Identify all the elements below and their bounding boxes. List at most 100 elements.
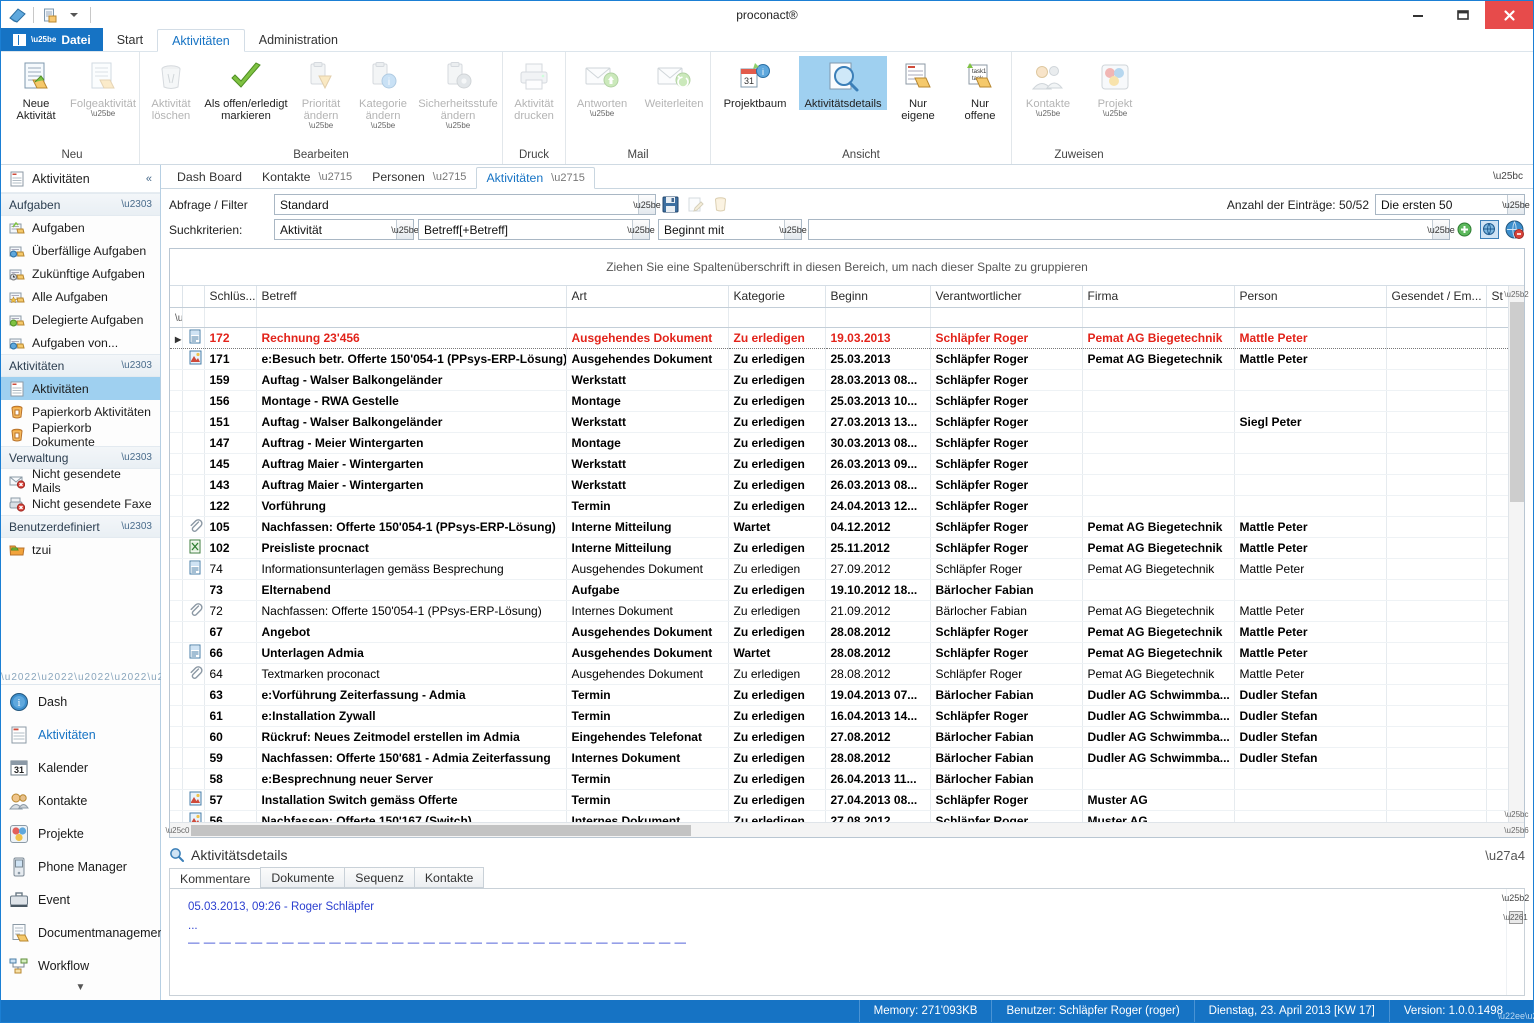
cell-verantwortlicher[interactable]: Schläpfer Roger: [930, 369, 1083, 391]
cell-gesendet[interactable]: [1386, 747, 1487, 769]
sidebar-item-aufgaben[interactable]: Aufgaben: [1, 216, 160, 239]
cell-art[interactable]: Interne Mitteilung: [566, 516, 729, 538]
cell-person[interactable]: Mattle Peter: [1234, 621, 1387, 643]
cell-kategorie[interactable]: Zu erledigen: [728, 411, 826, 433]
cell-beginn[interactable]: 24.04.2013 12...: [825, 495, 931, 517]
delete-activity-button[interactable]: Aktivität löschen: [140, 56, 202, 122]
add-criterion-button[interactable]: [1454, 219, 1475, 240]
cell-art[interactable]: Interne Mitteilung: [566, 537, 729, 559]
change-priority-button[interactable]: Priorität ändern \u25be: [290, 56, 352, 130]
filter-cell[interactable]: [1386, 307, 1487, 328]
cell-person[interactable]: [1234, 369, 1387, 391]
sidebar-item-zukuenftige-aufgaben[interactable]: Zukünftige Aufgaben: [1, 262, 160, 285]
cell-art[interactable]: Werkstatt: [566, 411, 729, 433]
search-entity-combo[interactable]: Aktivität \u25be: [274, 219, 419, 240]
cell-firma[interactable]: Pemat AG Biegetechnik: [1082, 621, 1235, 643]
ribbon-tab-datei[interactable]: \u25be Datei: [1, 28, 103, 51]
cell-schluessel[interactable]: 122: [204, 495, 257, 517]
cell-verantwortlicher[interactable]: Schläpfer Roger: [930, 621, 1083, 643]
cell-firma[interactable]: [1082, 768, 1235, 790]
sidebar-item-ueberfaellige-aufgaben[interactable]: Überfällige Aufgaben: [1, 239, 160, 262]
scroll-down-icon[interactable]: \u25bc: [1504, 806, 1528, 822]
table-row[interactable]: 59 Nachfassen: Offerte 150'681 - Admia Ze…: [170, 747, 1517, 769]
cell-person[interactable]: Mattle Peter: [1234, 558, 1387, 580]
doc-tab-kontakte[interactable]: Kontakte \u2715: [252, 166, 362, 188]
cell-beginn[interactable]: 25.03.2013: [825, 348, 931, 370]
reset-search-button[interactable]: [1504, 219, 1525, 240]
details-tab-kommentare[interactable]: Kommentare: [169, 868, 262, 889]
cell-kategorie[interactable]: Zu erledigen: [728, 726, 826, 748]
cell-verantwortlicher[interactable]: Schläpfer Roger: [930, 411, 1083, 433]
cell-gesendet[interactable]: [1386, 390, 1487, 412]
table-row[interactable]: ▶ 172 Rechnung 23'456 Ausgehendes Dokument Z…: [170, 326, 1517, 349]
cell-verantwortlicher[interactable]: Schläpfer Roger: [930, 705, 1083, 727]
cell-schluessel[interactable]: 147: [204, 432, 257, 454]
details-scroll-thumb[interactable]: \u2261: [1503, 911, 1528, 924]
cell-person[interactable]: Mattle Peter: [1234, 642, 1387, 664]
cell-betreff[interactable]: Auftrag - Meier Wintergarten: [256, 432, 567, 454]
cell-art[interactable]: Ausgehendes Dokument: [566, 348, 729, 370]
cell-betreff[interactable]: e:Vorführung Zeiterfassung - Admia: [256, 684, 567, 706]
sidebar-item-nicht-gesendete-faxe[interactable]: Nicht gesendete Faxe: [1, 492, 160, 515]
cell-beginn[interactable]: 28.08.2012: [825, 663, 931, 685]
cell-art[interactable]: Termin: [566, 768, 729, 790]
table-row[interactable]: 73 Elternabend Aufgabe Zu erledigen 19.10.20…: [170, 579, 1517, 601]
chevron-down-icon[interactable]: \u25be: [779, 220, 807, 239]
scroll-up-icon[interactable]: \u25b2: [1504, 286, 1528, 302]
project-tree-button[interactable]: 31 i Projektbaum: [711, 56, 799, 110]
doc-tab-dash-board[interactable]: Dash Board: [167, 166, 252, 188]
grid-header-beginn[interactable]: Beginn: [825, 286, 931, 308]
cell-art[interactable]: Werkstatt: [566, 453, 729, 475]
cell-betreff[interactable]: Unterlagen Admia: [256, 642, 567, 664]
delete-query-button[interactable]: [710, 194, 731, 215]
new-activity-button[interactable]: Neue Aktivität: [5, 56, 67, 122]
cell-firma[interactable]: Pemat AG Biegetechnik: [1082, 537, 1235, 559]
cell-gesendet[interactable]: [1386, 684, 1487, 706]
table-row[interactable]: 151 Auftag - Walser Balkongeländer Werksta…: [170, 411, 1517, 433]
cell-kategorie[interactable]: Zu erledigen: [728, 369, 826, 391]
cell-art[interactable]: Termin: [566, 684, 729, 706]
ribbon-tab-start[interactable]: Start: [103, 28, 157, 51]
sidebar-item-papierkorb-dokumente[interactable]: Papierkorb Dokumente: [1, 421, 160, 449]
cell-kategorie[interactable]: Zu erledigen: [728, 747, 826, 769]
sidebar-more-button[interactable]: ▼: [1, 982, 160, 1000]
sidebar-item-aktivitaeten[interactable]: Aktivitäten: [1, 377, 160, 400]
cell-schluessel[interactable]: 102: [204, 537, 257, 559]
cell-person[interactable]: Mattle Peter: [1234, 537, 1387, 559]
cell-beginn[interactable]: 26.03.2013 09...: [825, 453, 931, 475]
grid-header-kategorie[interactable]: Kategorie: [728, 286, 826, 308]
cell-verantwortlicher[interactable]: Schläpfer Roger: [930, 642, 1083, 664]
cell-gesendet[interactable]: [1386, 474, 1487, 496]
cell-person[interactable]: [1234, 474, 1387, 496]
cell-beginn[interactable]: 27.04.2013 08...: [825, 789, 931, 811]
change-security-level-button[interactable]: Sicherheitsstufe ändern \u25be: [414, 56, 502, 130]
table-row[interactable]: 159 Auftag - Walser Balkongeländer Werksta…: [170, 369, 1517, 391]
cell-gesendet[interactable]: [1386, 705, 1487, 727]
chevron-down-icon[interactable]: \u25be: [1502, 195, 1530, 214]
cell-person[interactable]: [1234, 789, 1387, 811]
grid-header-person[interactable]: Person: [1234, 286, 1387, 308]
search-field-combo[interactable]: Betreff[+Betreff] \u25be: [418, 219, 655, 240]
cell-gesendet[interactable]: [1386, 789, 1487, 811]
cell-beginn[interactable]: 27.09.2012: [825, 558, 931, 580]
sidebar-item-delegierte-aufgaben[interactable]: Delegierte Aufgaben: [1, 308, 160, 331]
cell-schluessel[interactable]: 60: [204, 726, 257, 748]
table-row[interactable]: 105 Nachfassen: Offerte 150'054-1 (PPsys-…: [170, 516, 1517, 538]
cell-verantwortlicher[interactable]: Schläpfer Roger: [930, 326, 1083, 349]
details-scrollbar[interactable]: \u25b2 \u2261: [1502, 889, 1529, 995]
cell-schluessel[interactable]: 156: [204, 390, 257, 412]
cell-betreff[interactable]: Auftag - Walser Balkongeländer: [256, 411, 567, 433]
cell-verantwortlicher[interactable]: Schläpfer Roger: [930, 432, 1083, 454]
cell-betreff[interactable]: Installation Switch gemäss Offerte: [256, 789, 567, 811]
cell-betreff[interactable]: Auftrag Maier - Wintergarten: [256, 474, 567, 496]
cell-firma[interactable]: [1082, 411, 1235, 433]
cell-schluessel[interactable]: 151: [204, 411, 257, 433]
cell-betreff[interactable]: Nachfassen: Offerte 150'054-1 (PPsys-ERP…: [256, 516, 567, 538]
chevron-down-icon[interactable]: \u25be: [391, 220, 419, 239]
table-row[interactable]: 58 e:Besprechnung neuer Server Termin Zu er…: [170, 768, 1517, 790]
cell-beginn[interactable]: 28.08.2012: [825, 747, 931, 769]
cell-schluessel[interactable]: 61: [204, 705, 257, 727]
table-row[interactable]: 72 Nachfassen: Offerte 150'054-1 (PPsys-E…: [170, 600, 1517, 622]
cell-schluessel[interactable]: 159: [204, 369, 257, 391]
cell-betreff[interactable]: Nachfassen: Offerte 150'054-1 (PPsys-ERP…: [256, 600, 567, 622]
